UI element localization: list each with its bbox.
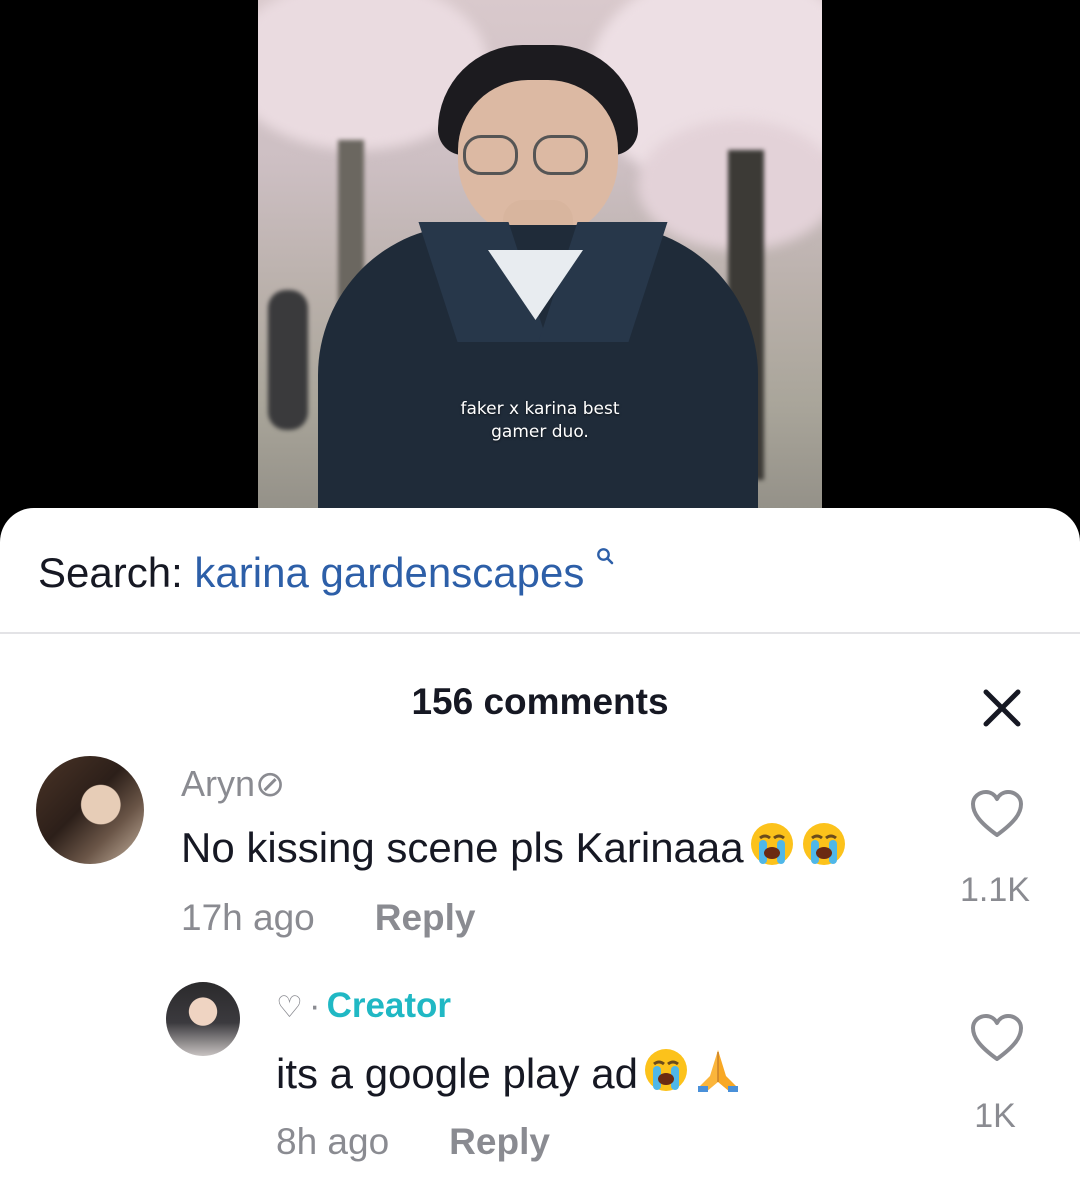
separator-dot: · xyxy=(308,986,321,1025)
video-caption-line: gamer duo. xyxy=(491,422,589,442)
loudly-crying-face-icon xyxy=(800,820,848,868)
comment-timestamp: 17h ago xyxy=(181,897,315,938)
close-icon[interactable] xyxy=(978,684,1026,732)
comment-username[interactable]: Aryn⊘ xyxy=(181,762,285,806)
reply-button[interactable]: Reply xyxy=(449,1121,550,1162)
glasses-lens-right xyxy=(533,135,588,175)
reply-button[interactable]: Reply xyxy=(375,897,476,938)
creator-heart-icon: ♡ xyxy=(276,991,303,1024)
loudly-crying-face-icon xyxy=(748,820,796,868)
video-player[interactable]: faker x karina best gamer duo. xyxy=(0,0,1080,540)
video-caption-line: faker x karina best xyxy=(460,399,620,419)
divider xyxy=(0,632,1080,634)
avatar[interactable] xyxy=(166,982,240,1056)
comment-timestamp: 8h ago xyxy=(276,1121,390,1162)
comments-count-title: 156 comments xyxy=(411,681,669,722)
search-prefix-label: Search: xyxy=(38,549,183,596)
video-caption: faker x karina best gamer duo. xyxy=(258,398,822,444)
heart-icon[interactable] xyxy=(969,1012,1025,1064)
video-frame[interactable]: faker x karina best gamer duo. xyxy=(258,0,822,540)
search-suggestion[interactable]: Search: karina gardenscapes xyxy=(38,548,614,598)
comment-text: its a google play ad xyxy=(276,1046,742,1100)
comment-meta: 8h ago Reply xyxy=(276,1120,550,1164)
comment-meta: 17h ago Reply xyxy=(181,896,476,940)
glasses-lens-left xyxy=(463,135,518,175)
comments-sheet: Search: karina gardenscapes 156 comments… xyxy=(0,508,1080,1179)
comment-text: No kissing scene pls Karinaaa xyxy=(181,820,848,874)
search-icon xyxy=(596,526,614,565)
like-count: 1K xyxy=(974,1097,1016,1135)
like-count: 1.1K xyxy=(960,871,1030,909)
folded-hands-icon xyxy=(694,1046,742,1094)
comment-body: No kissing scene pls Karinaaa xyxy=(181,824,744,871)
loudly-crying-face-icon xyxy=(642,1046,690,1094)
search-term-link[interactable]: karina gardenscapes xyxy=(194,549,584,596)
heart-icon[interactable] xyxy=(969,788,1025,840)
creator-badge: Creator xyxy=(326,986,452,1025)
creator-line: ♡ · Creator xyxy=(276,984,451,1030)
avatar[interactable] xyxy=(36,756,144,864)
comment-body: its a google play ad xyxy=(276,1050,638,1097)
